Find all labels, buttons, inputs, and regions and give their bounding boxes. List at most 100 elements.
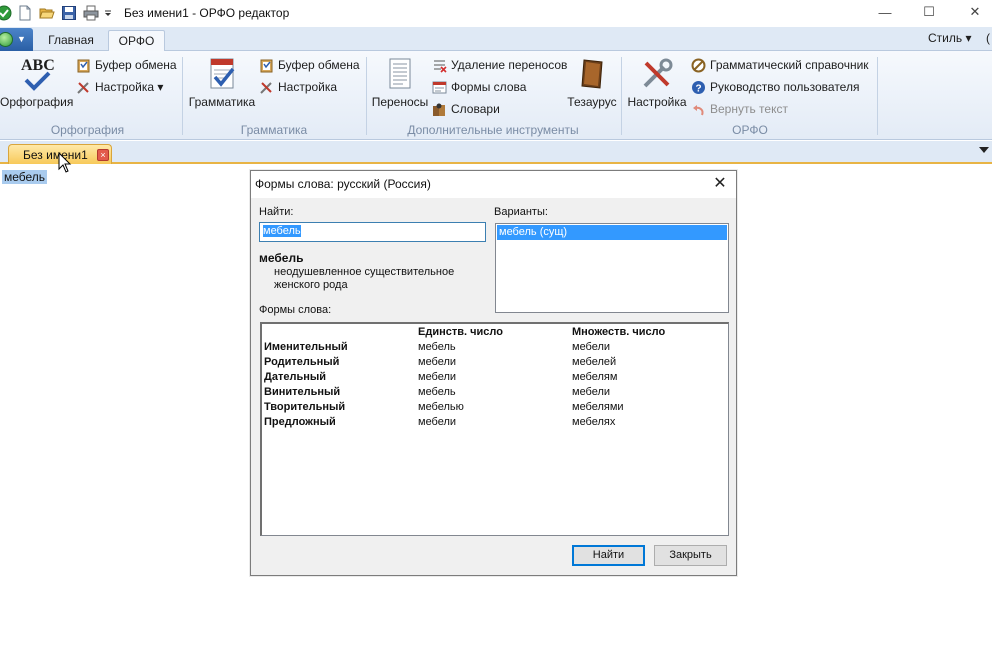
dialog-title: Формы слова: русский (Россия) — [255, 177, 431, 191]
grammar-clipboard-button[interactable]: Буфер обмена — [259, 56, 360, 74]
wrench-screwdriver-icon — [640, 57, 674, 91]
grammar-settings-button[interactable]: Настройка — [259, 78, 337, 96]
close-tab-icon[interactable]: × — [97, 149, 109, 161]
settings-tools-icon — [260, 81, 272, 94]
window-title: Без имени1 - ОРФО редактор — [124, 6, 290, 20]
case-name: Родительный — [264, 356, 340, 368]
dictionaries-button[interactable]: Словари — [432, 100, 500, 118]
save-icon[interactable] — [61, 5, 77, 21]
tab-home[interactable]: Главная — [40, 30, 102, 51]
new-document-icon[interactable] — [17, 5, 33, 21]
no-sign-icon — [691, 58, 706, 72]
word-forms-table[interactable]: Единств. число Множеств. число Именитель… — [260, 322, 729, 536]
document-selected-word[interactable]: мебель — [2, 170, 48, 184]
grammar-settings-label: Настройка — [278, 80, 338, 94]
singular-form: мебели — [418, 371, 457, 383]
settings-tools-icon — [77, 81, 89, 94]
thesaurus-button[interactable]: Тезаурус — [566, 57, 618, 109]
orfo-settings-label: Настройка — [627, 95, 687, 109]
mouse-cursor-icon — [58, 152, 72, 173]
orfo-editor-window: Без имени1 - ОРФО редактор — ☐ ✕ ▼ Главн… — [0, 0, 992, 662]
title-bar: Без имени1 - ОРФО редактор — ☐ ✕ — [0, 0, 992, 27]
find-input[interactable]: мебель — [259, 222, 486, 242]
document-tab-label: Без имени1 — [23, 148, 88, 162]
group-label-grammar: Грамматика — [240, 123, 308, 137]
word-forms-icon — [432, 81, 447, 93]
spelling-settings-label: Настройка ▾ — [95, 80, 164, 94]
application-menu-button[interactable]: ▼ — [0, 28, 33, 51]
spelling-settings-button[interactable]: Настройка ▾ — [76, 78, 163, 96]
style-menu[interactable]: Стиль ▾ — [928, 31, 971, 45]
variant-item[interactable]: мебель (сущ) — [497, 225, 727, 240]
plural-form: мебелям — [572, 371, 618, 383]
ribbon-tab-row: ▼ Главная ОРФО — [0, 27, 992, 51]
plural-form: мебелями — [572, 401, 624, 413]
find-input-value: мебель — [263, 225, 301, 237]
hyphens-button[interactable]: Переносы — [370, 57, 430, 109]
close-button[interactable]: ✕ — [952, 0, 992, 24]
ribbon: ABC Орфография Буфер обмена Настройка ▾ … — [0, 51, 992, 140]
find-button[interactable]: Найти — [572, 545, 645, 566]
spelling-clipboard-button[interactable]: Буфер обмена — [76, 56, 177, 74]
revert-text-label: Вернуть текст — [710, 102, 788, 116]
group-label-spelling: Орфография — [50, 123, 125, 137]
word-heading: мебель — [259, 251, 304, 265]
find-label: Найти: — [259, 206, 294, 218]
minimize-button[interactable]: — — [862, 0, 908, 24]
group-divider — [182, 57, 183, 135]
spelling-clipboard-label: Буфер обмена — [95, 58, 177, 72]
grammar-check-icon — [205, 57, 239, 91]
grammar-reference-label: Грамматический справочник — [710, 58, 869, 72]
dialog-close-icon[interactable]: ✕ — [709, 174, 731, 194]
group-divider — [366, 57, 367, 135]
remove-hyphens-button[interactable]: Удаление переносов — [432, 56, 567, 74]
print-icon[interactable] — [83, 5, 99, 21]
grammar-reference-button[interactable]: Грамматический справочник — [691, 56, 869, 74]
case-name: Винительный — [264, 386, 341, 398]
dictionaries-icon — [433, 103, 445, 116]
app-orb-icon — [0, 32, 13, 47]
svg-text:?: ? — [696, 83, 702, 94]
word-forms-button[interactable]: Формы слова — [432, 78, 526, 96]
close-dialog-button[interactable]: Закрыть — [654, 545, 727, 566]
spelling-button-label: Орфография — [0, 95, 74, 109]
singular-form: мебели — [418, 416, 457, 428]
open-folder-icon[interactable] — [39, 5, 55, 21]
singular-header: Единств. число — [418, 326, 503, 338]
undo-arrow-icon — [693, 104, 704, 115]
remove-hyphens-label: Удаление переносов — [451, 58, 568, 72]
tab-list-dropdown-icon[interactable] — [979, 147, 989, 153]
maximize-button[interactable]: ☐ — [906, 0, 952, 24]
plural-form: мебелях — [572, 416, 616, 428]
chevron-down-icon: ▼ — [17, 34, 26, 44]
orfo-settings-button[interactable]: Настройка — [626, 57, 688, 109]
dialog-title-bar: Формы слова: русский (Россия) ✕ — [251, 171, 736, 198]
revert-text-button[interactable]: Вернуть текст — [691, 100, 788, 118]
dictionaries-label: Словари — [451, 102, 500, 116]
word-forms-label: Формы слова: — [259, 304, 332, 316]
tab-orfo[interactable]: ОРФО — [108, 30, 165, 51]
group-label-tools: Дополнительные инструменты — [407, 123, 579, 137]
document-tab-strip: Без имени1 × — [0, 141, 992, 164]
case-name: Предложный — [264, 416, 336, 428]
grammar-button-label: Грамматика — [188, 95, 256, 109]
case-name: Творительный — [264, 401, 346, 413]
group-divider — [621, 57, 622, 135]
customize-toolbar-icon[interactable] — [103, 5, 113, 21]
spelling-check-icon: ABC — [19, 57, 55, 91]
spelling-button[interactable]: ABC Орфография — [0, 57, 74, 109]
case-name: Дательный — [264, 371, 327, 383]
case-name: Именительный — [264, 341, 348, 353]
singular-form: мебель — [418, 341, 456, 353]
singular-form: мебель — [418, 386, 456, 398]
word-description: неодушевленное существительное женского … — [274, 266, 455, 291]
grammar-button[interactable]: Грамматика — [188, 57, 256, 109]
grammar-clipboard-label: Буфер обмена — [278, 58, 360, 72]
user-guide-button[interactable]: ? Руководство пользователя — [691, 78, 859, 96]
hyphenation-document-icon — [383, 57, 417, 91]
variants-label: Варианты: — [494, 206, 548, 218]
clipboard-icon — [77, 59, 90, 72]
word-forms-label: Формы слова — [451, 80, 527, 94]
variants-list[interactable]: мебель (сущ) — [495, 223, 729, 313]
app-logo-icon[interactable] — [0, 5, 12, 21]
